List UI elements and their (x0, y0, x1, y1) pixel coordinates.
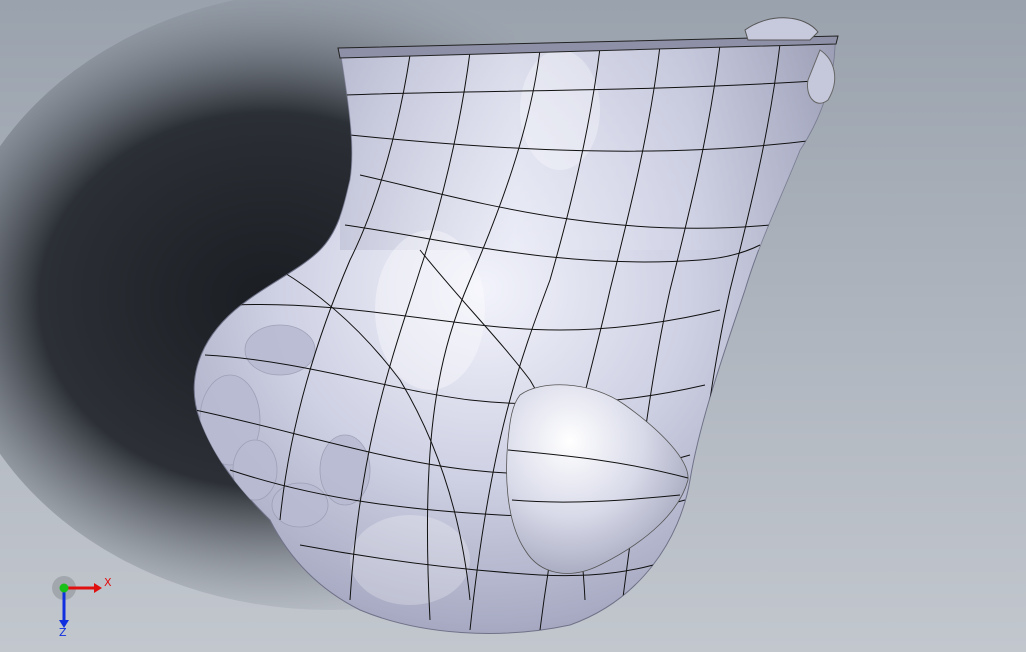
model-canvas[interactable] (0, 0, 1026, 652)
y-axis-dot (59, 583, 69, 593)
x-axis-arrowhead (94, 583, 102, 593)
x-axis-label: X (104, 576, 112, 589)
graphics-viewport[interactable]: X Z (0, 0, 1026, 652)
coordinate-triad: X Z (50, 570, 120, 636)
z-axis-label: Z (59, 626, 67, 636)
